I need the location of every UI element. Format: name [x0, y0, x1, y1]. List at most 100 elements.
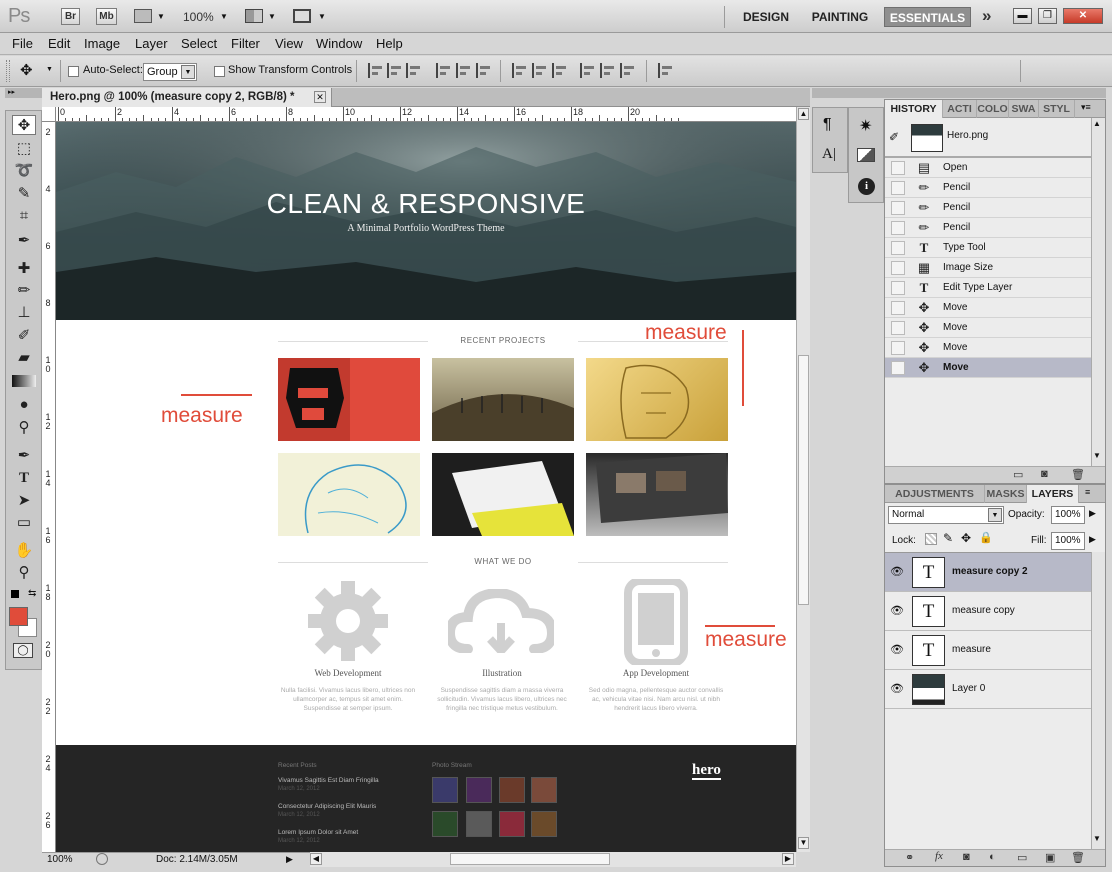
history-item[interactable]: ✏ Pencil: [885, 198, 1091, 218]
distribute-top-icon[interactable]: [512, 63, 528, 78]
history-source-box[interactable]: [891, 181, 905, 195]
history-source-box[interactable]: [891, 201, 905, 215]
mini-panel-collapse-icon[interactable]: [812, 88, 884, 98]
bridge-button[interactable]: Br: [61, 8, 80, 25]
history-item[interactable]: ✥ Move: [885, 358, 1091, 378]
layer-row[interactable]: 👁 Layer 0: [885, 670, 1091, 709]
chevron-down-icon[interactable]: ▼: [157, 12, 165, 21]
align-bottom-edges-icon[interactable]: [406, 63, 422, 78]
adjustment-layer-icon[interactable]: ◐: [989, 851, 996, 863]
rectangle-tool-icon[interactable]: ▭: [12, 513, 36, 533]
measure-text-left[interactable]: measure: [161, 404, 243, 428]
align-top-edges-icon[interactable]: [368, 63, 384, 78]
history-source-box[interactable]: [891, 221, 905, 235]
layer-name[interactable]: measure copy 2: [952, 566, 1028, 577]
ruler-origin[interactable]: [42, 107, 56, 122]
navigator-icon[interactable]: ✷: [859, 116, 872, 136]
scroll-down-icon[interactable]: ▼: [1093, 451, 1101, 460]
auto-select-checkbox[interactable]: [68, 66, 79, 77]
view-extras-button[interactable]: [134, 9, 152, 23]
vertical-scrollbar[interactable]: ▲ ▼: [796, 107, 810, 852]
chevron-down-icon[interactable]: ▼: [46, 66, 53, 73]
align-vertical-centers-icon[interactable]: [387, 63, 403, 78]
close-document-icon[interactable]: ✕: [314, 91, 326, 103]
auto-select-dropdown[interactable]: Group ▼: [143, 63, 197, 81]
move-tool-preset-icon[interactable]: ✥: [20, 61, 33, 79]
tab-layers[interactable]: LAYERS: [1027, 485, 1079, 503]
gradient-tool-icon[interactable]: [12, 375, 36, 387]
screen-mode-button[interactable]: [293, 9, 311, 23]
history-item[interactable]: ✏ Pencil: [885, 218, 1091, 238]
layer-row[interactable]: 👁 Tmeasure copy 2: [885, 553, 1091, 592]
layer-name[interactable]: measure copy: [952, 605, 1015, 616]
history-item[interactable]: T Type Tool: [885, 238, 1091, 258]
menu-edit[interactable]: Edit: [48, 36, 70, 51]
history-item[interactable]: ✥ Move: [885, 338, 1091, 358]
zoom-tool-icon[interactable]: ⚲: [12, 563, 36, 583]
path-selection-tool-icon[interactable]: ➤: [12, 491, 36, 511]
scroll-right-icon[interactable]: ▶: [782, 853, 794, 865]
lock-image-icon[interactable]: ✎: [943, 531, 953, 545]
eyedropper-tool-icon[interactable]: ✒: [12, 231, 36, 251]
scroll-down-icon[interactable]: ▼: [798, 837, 809, 849]
tab-swatches[interactable]: SWA: [1009, 100, 1039, 118]
tab-adjustments[interactable]: ADJUSTMENTS: [885, 485, 985, 503]
add-mask-icon[interactable]: ◙: [963, 851, 970, 863]
eye-icon[interactable]: 👁: [889, 604, 905, 618]
lock-all-icon[interactable]: 🔒: [979, 531, 993, 544]
tab-masks[interactable]: MASKS: [985, 485, 1027, 503]
panel-dock-collapse-icon[interactable]: [884, 88, 1106, 98]
history-source-box[interactable]: [891, 321, 905, 335]
quick-selection-tool-icon[interactable]: ✎: [12, 184, 36, 204]
tab-styles[interactable]: STYL: [1039, 100, 1075, 118]
type-tool-icon[interactable]: T: [12, 468, 36, 488]
menu-image[interactable]: Image: [84, 36, 120, 51]
align-right-edges-icon[interactable]: [476, 63, 492, 78]
tab-color[interactable]: COLO: [977, 100, 1009, 118]
dodge-tool-icon[interactable]: ⚲: [12, 418, 36, 438]
layer-style-fx-icon[interactable]: fx: [935, 850, 943, 862]
eye-icon[interactable]: 👁: [889, 643, 905, 657]
workspace-painting[interactable]: PAINTING: [804, 7, 876, 27]
history-source-box[interactable]: [891, 281, 905, 295]
chevron-down-icon[interactable]: ▼: [318, 12, 326, 21]
distribute-right-icon[interactable]: [620, 63, 636, 78]
distribute-left-icon[interactable]: [580, 63, 596, 78]
quick-mask-icon[interactable]: ◯: [13, 643, 33, 658]
new-snapshot-icon[interactable]: ◙: [1041, 468, 1048, 480]
mini-bridge-button[interactable]: Mb: [96, 8, 117, 25]
panel-menu-icon[interactable]: ≡: [1085, 487, 1090, 497]
layers-scrollbar[interactable]: ▼: [1091, 552, 1105, 849]
eye-icon[interactable]: 👁: [889, 565, 905, 579]
workspace-design[interactable]: DESIGN: [736, 7, 796, 27]
show-transform-controls-checkbox[interactable]: [214, 66, 225, 77]
new-group-icon[interactable]: ▭: [1017, 851, 1027, 864]
history-source-box[interactable]: [891, 361, 905, 375]
distribute-centers-icon[interactable]: [532, 63, 548, 78]
distribute-horizontal-icon[interactable]: [600, 63, 616, 78]
more-workspaces-icon[interactable]: »: [982, 6, 991, 26]
hand-tool-icon[interactable]: ✋: [12, 541, 36, 561]
document-tab[interactable]: Hero.png @ 100% (measure copy 2, RGB/8) …: [42, 88, 332, 107]
menu-file[interactable]: File: [12, 36, 33, 51]
status-menu-arrow-icon[interactable]: ▶: [286, 854, 293, 865]
history-source-box[interactable]: [891, 241, 905, 255]
scroll-down-icon[interactable]: ▼: [1093, 834, 1101, 843]
menu-help[interactable]: Help: [376, 36, 403, 51]
history-scrollbar[interactable]: ▲ ▼: [1091, 118, 1105, 466]
fill-input[interactable]: 100%: [1051, 532, 1085, 550]
blur-tool-icon[interactable]: ●: [12, 395, 36, 415]
opacity-input[interactable]: 100%: [1051, 506, 1085, 524]
history-source-box[interactable]: [891, 341, 905, 355]
lasso-tool-icon[interactable]: ➰: [12, 161, 36, 181]
chevron-down-icon[interactable]: ▼: [220, 12, 228, 21]
new-layer-icon[interactable]: ▣: [1045, 851, 1055, 864]
panel-menu-icon[interactable]: ▾≡: [1081, 102, 1091, 113]
new-document-from-state-icon[interactable]: ▭: [1013, 468, 1023, 481]
history-item[interactable]: T Edit Type Layer: [885, 278, 1091, 298]
scroll-up-icon[interactable]: ▲: [1093, 119, 1101, 128]
menu-view[interactable]: View: [275, 36, 303, 51]
status-info-icon[interactable]: [96, 853, 108, 865]
toolbox-collapse-icon[interactable]: ▸▸: [5, 88, 42, 98]
history-brush-source-icon[interactable]: ✐: [889, 130, 899, 144]
